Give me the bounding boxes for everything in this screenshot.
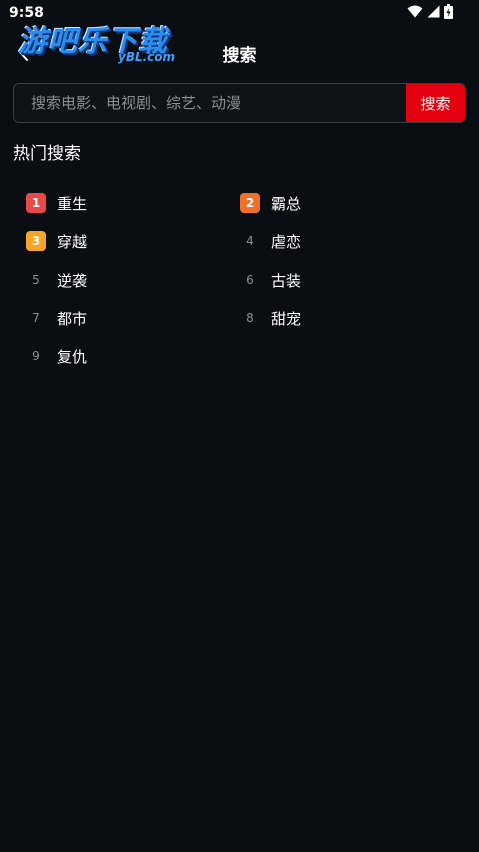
rank-number: 5: [32, 273, 40, 287]
battery-icon: [444, 4, 453, 19]
hot-search-label: 逆袭: [57, 271, 88, 290]
search-bar: 搜索: [13, 83, 466, 123]
hot-search-label: 都市: [57, 309, 88, 328]
rank-number: 7: [32, 311, 40, 325]
hot-search-label: 甜宠: [271, 309, 302, 328]
rank-badge: 3: [26, 231, 46, 251]
watermark-logo-sub: yBL.com: [118, 50, 176, 64]
watermark-logo: 游吧乐下载 yBL.com: [18, 18, 186, 68]
hot-search-label: 虐恋: [271, 232, 302, 251]
hot-search-title: 热门搜索: [13, 144, 81, 164]
hot-search-label: 古装: [271, 271, 302, 290]
rank-badge: 2: [240, 193, 260, 213]
hot-search-item[interactable]: 5 逆袭: [26, 268, 87, 292]
hot-search-item[interactable]: 2 霸总: [240, 191, 301, 215]
hot-search-item[interactable]: 4 虐恋: [240, 229, 301, 253]
hot-search-item[interactable]: 6 古装: [240, 268, 301, 292]
search-screen: 9:58 搜索 游吧乐下载 yBL.com 搜索电影、电视剧、综艺、动漫 搜索 …: [0, 0, 479, 852]
hot-search-item[interactable]: 9 复仇: [26, 344, 87, 368]
rank-number: 9: [32, 349, 40, 363]
hot-search-item[interactable]: 8 甜宠: [240, 306, 301, 330]
rank-number: 6: [246, 273, 254, 287]
search-input[interactable]: [14, 84, 407, 122]
hot-search-label: 重生: [57, 194, 88, 213]
hot-search-item[interactable]: 7 都市: [26, 306, 87, 330]
rank-number: 8: [246, 311, 254, 325]
rank-number: 4: [246, 234, 254, 248]
hot-search-label: 穿越: [57, 232, 88, 251]
search-button[interactable]: 搜索: [406, 84, 465, 122]
status-icons: [407, 4, 453, 19]
wifi-icon: [407, 5, 423, 18]
hot-search-item[interactable]: 1 重生: [26, 191, 87, 215]
signal-icon: [427, 5, 440, 18]
hot-search-label: 复仇: [57, 347, 88, 366]
hot-search-item[interactable]: 3 穿越: [26, 229, 87, 253]
rank-badge: 1: [26, 193, 46, 213]
hot-search-label: 霸总: [271, 194, 302, 213]
